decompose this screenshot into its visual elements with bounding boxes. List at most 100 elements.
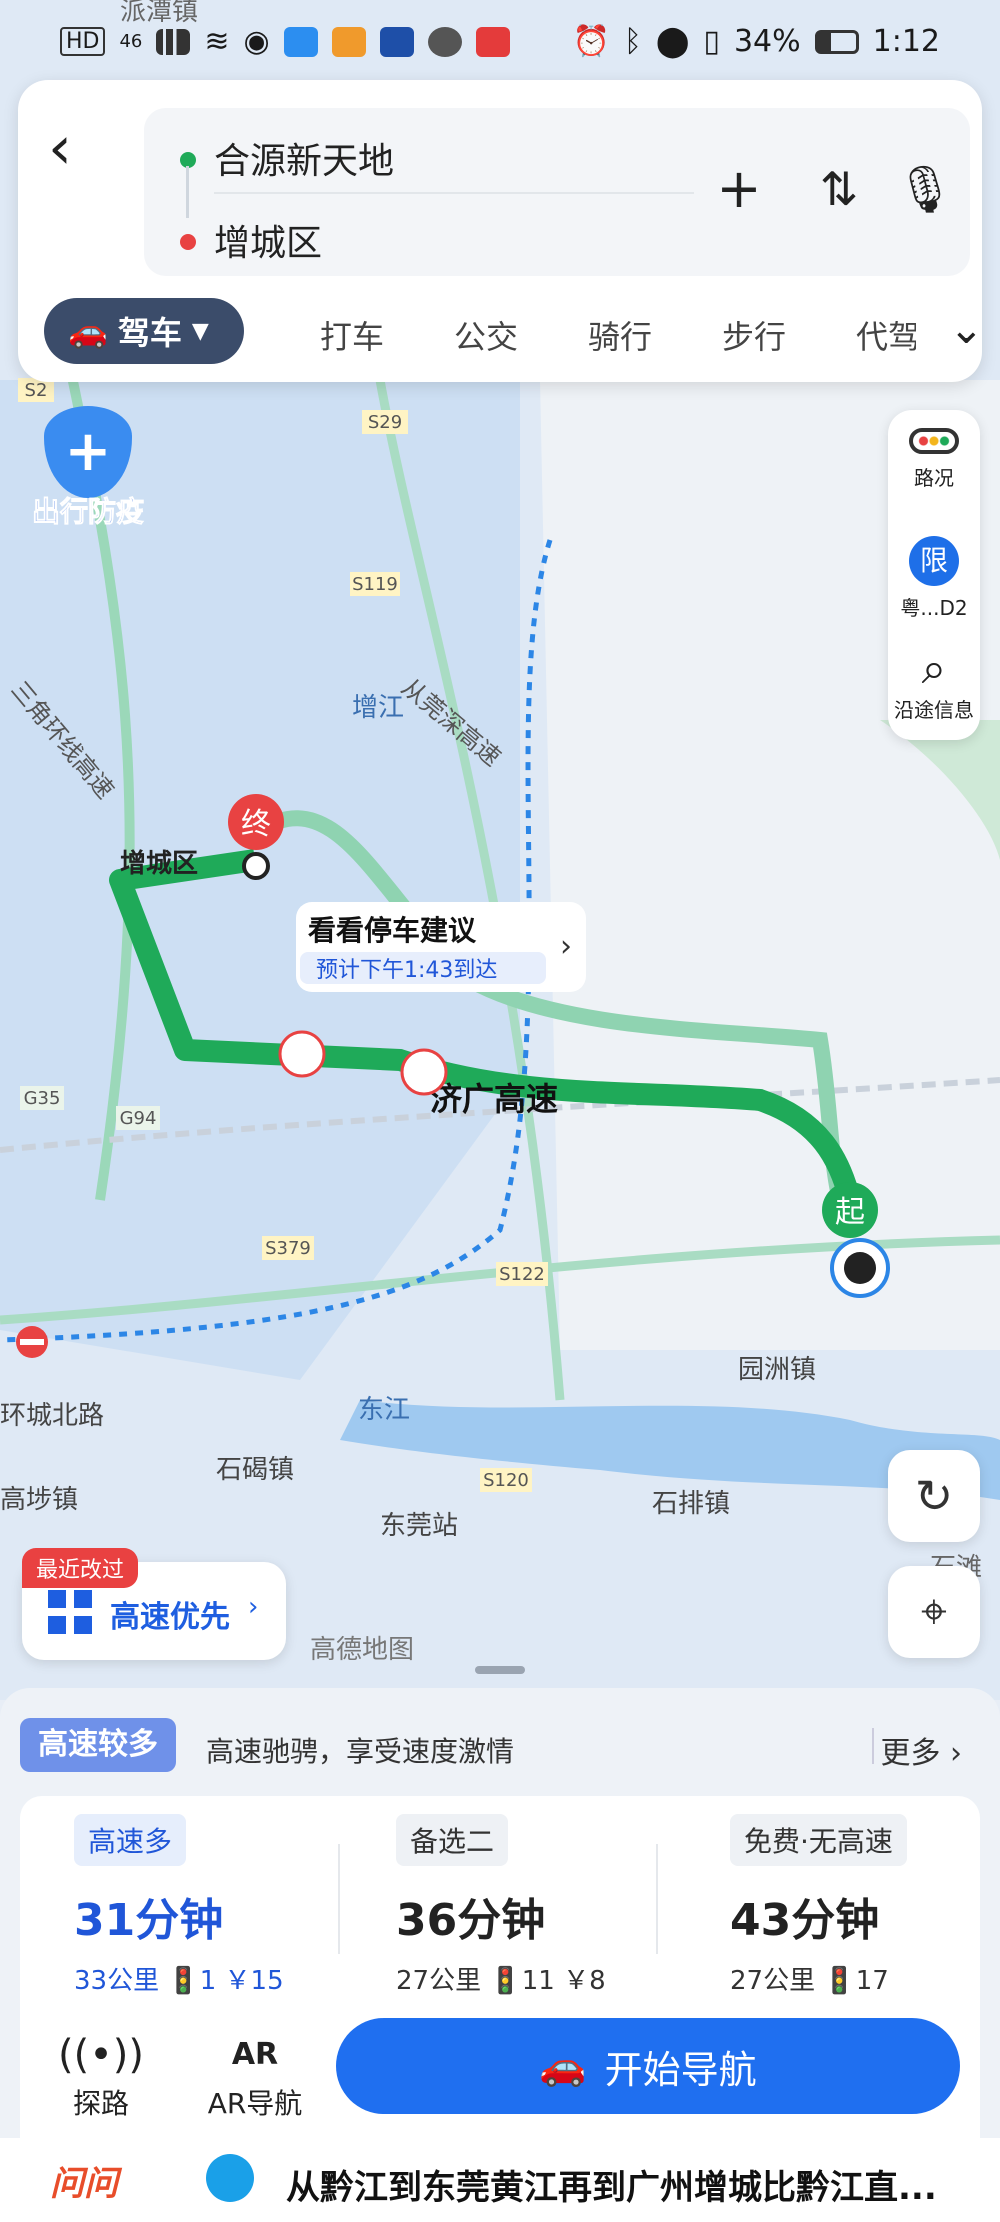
- start-navigation-button[interactable]: 🚗 开始导航: [336, 2018, 960, 2114]
- car-icon: 🚗: [539, 2043, 587, 2088]
- place-shijie: 石碣镇: [216, 1455, 294, 1485]
- tab-chauffeur[interactable]: 代驾: [856, 312, 916, 358]
- tab-drive-label: 驾车: [117, 314, 182, 352]
- road-label-g35: G35: [24, 1088, 61, 1109]
- app-icon: [331, 26, 366, 57]
- road-label-s379: S379: [265, 1238, 311, 1259]
- tip-separator: [872, 1728, 874, 1764]
- route-tip-tag: 高速较多: [20, 1718, 176, 1772]
- traffic-button[interactable]: 路况: [888, 428, 980, 491]
- more-label: 更多: [880, 1736, 941, 1771]
- shield-icon: +: [44, 406, 132, 498]
- signal-wave-icon: ((•)): [57, 2032, 144, 2078]
- status-bar: HD 46 ≋ ◉ ⏰ ᛒ ⬤ ▯ 34% 1:12: [0, 0, 1000, 84]
- traffic-label: 路况: [914, 466, 954, 490]
- voice-input-button[interactable]: 🎙: [890, 154, 960, 224]
- wifi-icon: ≋: [204, 24, 230, 59]
- place-dongjiang: 东江: [358, 1395, 410, 1425]
- route-option-1[interactable]: 高速多 31分钟 33公里 🚦1 ￥15: [74, 1814, 374, 1996]
- road-label-s122: S122: [499, 1264, 545, 1285]
- route-search-card: ‹ 合源新天地 增城区 + ⇅ 🎙 🚗 驾车 ▼ 打车 公交 骑行 步行 代驾 …: [18, 80, 984, 382]
- route-preference-button[interactable]: 最近改过 高速优先 ›: [22, 1548, 286, 1660]
- ask-bar[interactable]: 问问 从黔江到东莞黄江再到广州增城比黔江直...: [0, 2138, 1000, 2222]
- place-zengjiang: 增江: [352, 693, 404, 723]
- start-navigation-label: 开始导航: [604, 2047, 757, 2092]
- destination-field[interactable]: 增城区: [214, 214, 322, 266]
- origin-field[interactable]: 合源新天地: [214, 132, 394, 184]
- road-label-s2: S2: [25, 380, 48, 401]
- ask-logo: 问问: [50, 2164, 118, 2204]
- road-label-s120: S120: [483, 1470, 529, 1491]
- place-yuanzhou: 园洲镇: [738, 1355, 816, 1385]
- destination-dot: [180, 234, 196, 250]
- eye-icon: ◉: [243, 24, 270, 59]
- search-icon: ⌕: [921, 643, 947, 694]
- route-input-box: 合源新天地 增城区 + ⇅ 🎙: [144, 108, 970, 276]
- no-entry-icon: [16, 1326, 48, 1358]
- option-separator: [656, 1844, 658, 1954]
- tab-bike[interactable]: 骑行: [588, 312, 652, 358]
- road-label-s119: S119: [352, 574, 398, 595]
- ar-nav-label: AR导航: [207, 2087, 303, 2120]
- drag-handle[interactable]: [475, 1666, 525, 1674]
- place-zengcheng: 增城区: [120, 848, 198, 879]
- route-option-time: 43分钟: [730, 1895, 880, 1946]
- route-option-3[interactable]: 免费·无高速 43分钟 27公里 🚦17: [730, 1814, 1000, 1996]
- route-option-meta: 27公里 🚦11 ￥8: [396, 1966, 606, 1996]
- more-button[interactable]: 更多 ›: [880, 1728, 962, 1772]
- swap-route-button[interactable]: ⇅: [804, 154, 874, 224]
- route-option-tag: 备选二: [396, 1814, 509, 1866]
- grid-icon: [48, 1590, 92, 1634]
- along-route-label: 沿途信息: [894, 698, 974, 722]
- option-separator: [338, 1844, 340, 1954]
- along-route-button[interactable]: ⌕ 沿途信息: [888, 644, 980, 723]
- caret-down-icon: ▼: [191, 318, 209, 344]
- route-tip-bar[interactable]: 高速较多 高速驰骋，享受速度激情 更多 ›: [20, 1718, 980, 1774]
- battery-icon: [814, 29, 859, 54]
- parking-callout[interactable]: 看看停车建议 预计下午1:43到达 ›: [296, 902, 586, 992]
- app-icon: [427, 26, 462, 57]
- route-option-meta: 33公里 🚦1 ￥15: [74, 1966, 284, 1996]
- ar-nav-button[interactable]: AR AR导航: [190, 2028, 320, 2122]
- app-icon: [283, 26, 318, 57]
- road-label-s29: S29: [368, 412, 402, 433]
- app-icon: [475, 26, 510, 57]
- tab-transit[interactable]: 公交: [454, 312, 518, 358]
- clock: 1:12: [872, 24, 940, 59]
- route-divider: [214, 192, 694, 194]
- tab-walk[interactable]: 步行: [722, 312, 786, 358]
- vibrate-icon: ▯: [703, 24, 720, 59]
- place-gaode: 高德地图: [310, 1635, 414, 1665]
- svg-text:终: 终: [241, 807, 271, 842]
- route-tip-desc: 高速驰骋，享受速度激情: [206, 1735, 515, 1768]
- app-icon: [379, 26, 414, 57]
- limit-icon: 限: [909, 536, 959, 586]
- locate-button[interactable]: ⌖: [888, 1566, 980, 1658]
- location-icon: ⬤: [655, 24, 690, 59]
- svg-text:›: ›: [560, 929, 572, 964]
- probe-label: 探路: [72, 2087, 129, 2120]
- svg-text:看看停车建议: 看看停车建议: [308, 914, 477, 947]
- map-side-toolbar: 路况 限 粤...D2 ⌕ 沿途信息: [888, 410, 980, 740]
- signal-icon: [156, 28, 191, 55]
- plate-limit-button[interactable]: 限 粤...D2: [888, 536, 980, 621]
- chevron-down-icon[interactable]: ⌄: [949, 304, 984, 353]
- svg-text:预计下午1:43到达: 预计下午1:43到达: [316, 958, 497, 983]
- place-gaobu: 高埗镇: [0, 1485, 78, 1515]
- ar-icon: AR: [231, 2037, 279, 2072]
- tab-drive[interactable]: 🚗 驾车 ▼: [44, 298, 244, 364]
- route-option-tag: 高速多: [74, 1814, 187, 1866]
- add-waypoint-button[interactable]: +: [704, 154, 774, 224]
- preference-label: 高速优先: [110, 1600, 230, 1635]
- probe-route-button[interactable]: ((•)) 探路: [46, 2028, 156, 2122]
- recently-changed-tag: 最近改过: [22, 1548, 139, 1588]
- travel-health-badge[interactable]: + 出行防疫: [20, 406, 156, 530]
- route-options-card: 高速多 31分钟 33公里 🚦1 ￥15 备选二 36分钟 27公里 🚦11 ￥…: [20, 1796, 980, 2196]
- route-connector: [186, 166, 189, 218]
- refresh-route-button[interactable]: ↻: [888, 1450, 980, 1542]
- ask-question: 从黔江到东莞黄江再到广州增城比黔江直...: [286, 2168, 937, 2208]
- tab-taxi[interactable]: 打车: [320, 312, 384, 358]
- route-option-2[interactable]: 备选二 36分钟 27公里 🚦11 ￥8: [396, 1814, 696, 1996]
- back-button[interactable]: ‹: [48, 118, 108, 180]
- hd-indicator: HD: [60, 27, 106, 56]
